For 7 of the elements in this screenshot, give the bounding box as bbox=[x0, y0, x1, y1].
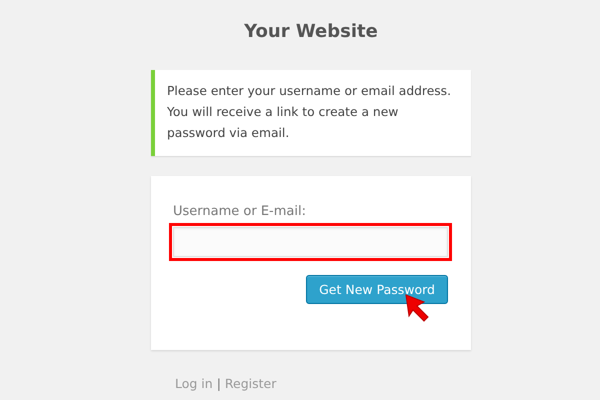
nav-link[interactable]: Log in bbox=[175, 376, 213, 391]
get-new-password-button[interactable]: Get New Password bbox=[306, 275, 448, 304]
nav-link[interactable]: Register bbox=[224, 376, 276, 391]
link-separator: | bbox=[216, 376, 221, 391]
site-title: Your Website bbox=[243, 21, 379, 43]
info-message: Please enter your username or email address. You will receive a link to create a new password via email. bbox=[151, 70, 471, 156]
field-label: Username or E-mail: bbox=[173, 204, 307, 220]
